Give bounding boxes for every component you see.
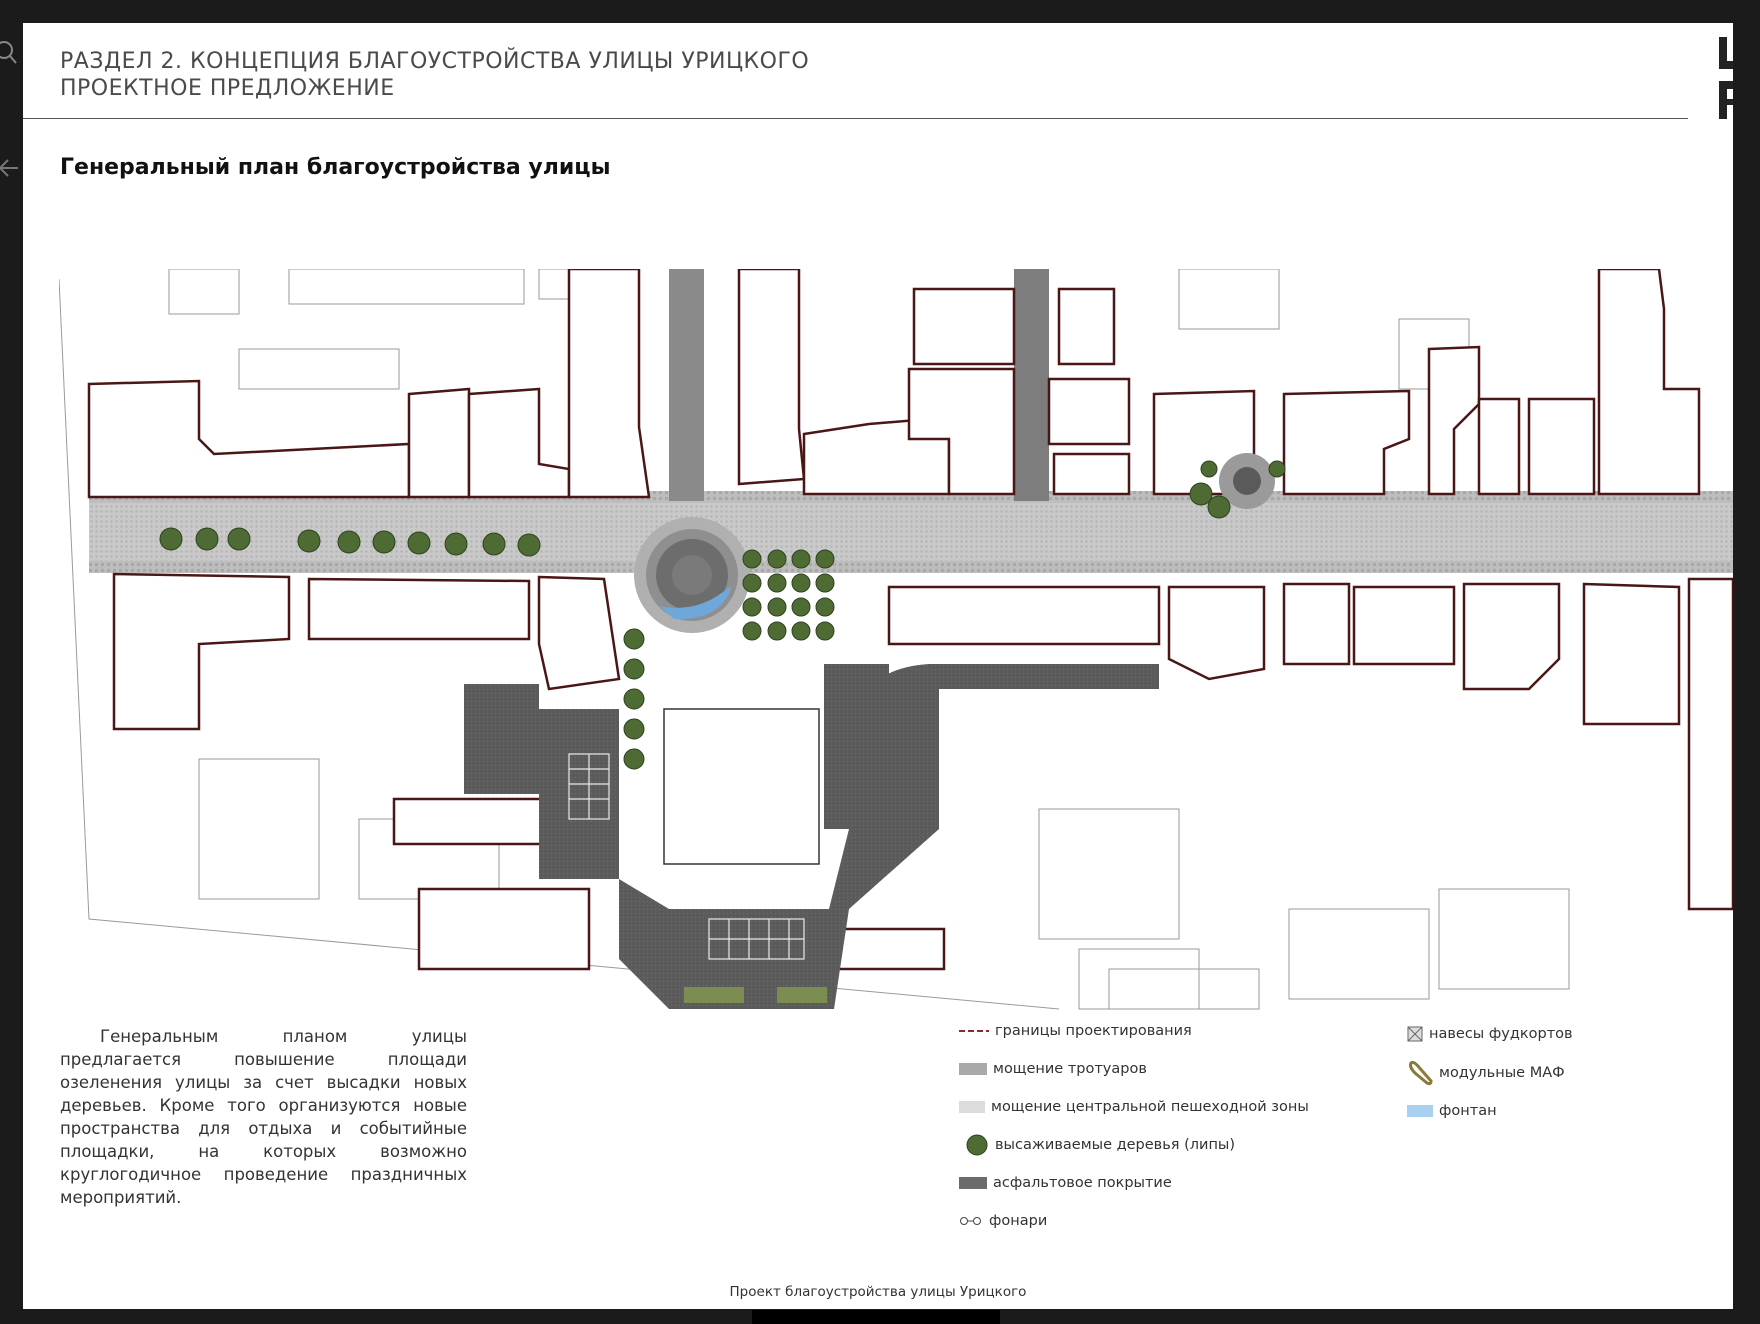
section-heading: РАЗДЕЛ 2. КОНЦЕПЦИЯ БЛАГОУСТРОЙСТВА УЛИЦ… xyxy=(60,49,810,74)
lawn-strip xyxy=(684,987,744,1003)
legend-fountain: фонтан xyxy=(1407,1103,1497,1119)
central-building xyxy=(663,708,820,865)
north-passage-2 xyxy=(1014,269,1049,501)
central-plaza xyxy=(634,517,750,633)
sidewalk-paving-icon xyxy=(959,1063,987,1075)
page-footer: Проект благоустройства улицы Урицкого xyxy=(729,1284,1027,1300)
maf-icon xyxy=(1409,1060,1433,1086)
north-passage xyxy=(669,269,704,501)
plan-description: Генеральным планом улицы предлагается по… xyxy=(60,1027,467,1207)
page-title: Генеральный план благоустройства улицы xyxy=(60,155,611,180)
legend-boundary: границы проектирования xyxy=(959,1023,1192,1039)
legend-trees: высаживаемые деревья (липы) xyxy=(965,1134,1235,1156)
legend-asphalt: асфальтовое покрытие xyxy=(959,1175,1172,1191)
section-subheading: ПРОЕКТНОЕ ПРЕДЛОЖЕНИЕ xyxy=(60,76,395,101)
south-sidewalk xyxy=(89,561,1733,573)
back-arrow-icon[interactable] xyxy=(0,159,18,177)
document-page: РАЗДЕЛ 2. КОНЦЕПЦИЯ БЛАГОУСТРОЙСТВА УЛИЦ… xyxy=(23,23,1733,1309)
legend-maf: модульные МАФ xyxy=(1407,1059,1565,1087)
header-divider xyxy=(23,118,1688,119)
tree-icon xyxy=(966,1134,988,1156)
legend-central-paving: мощение центральной пешеходной зоны xyxy=(959,1099,1309,1115)
viewer-bottom-bar xyxy=(752,1310,1000,1324)
lawn-strip xyxy=(777,987,827,1003)
legend-sidewalk-paving: мощение тротуаров xyxy=(959,1061,1147,1077)
lamp-icon xyxy=(960,1217,981,1225)
search-icon[interactable] xyxy=(0,41,17,64)
central-paving-icon xyxy=(959,1101,985,1113)
fountain-icon xyxy=(1407,1105,1433,1117)
viewer-left-tools xyxy=(0,41,18,177)
legend-canopy: навесы фудкортов xyxy=(1407,1026,1573,1042)
brand-logo xyxy=(1717,37,1733,147)
master-plan-drawing xyxy=(59,269,1733,1010)
canopy-icon xyxy=(1407,1026,1423,1042)
central-pedestrian-zone xyxy=(89,501,1733,563)
north-buildings xyxy=(87,269,1701,499)
asphalt-icon xyxy=(959,1177,987,1189)
boundary-dash-icon xyxy=(959,1030,989,1032)
legend-lamps: фонари xyxy=(959,1213,1047,1229)
